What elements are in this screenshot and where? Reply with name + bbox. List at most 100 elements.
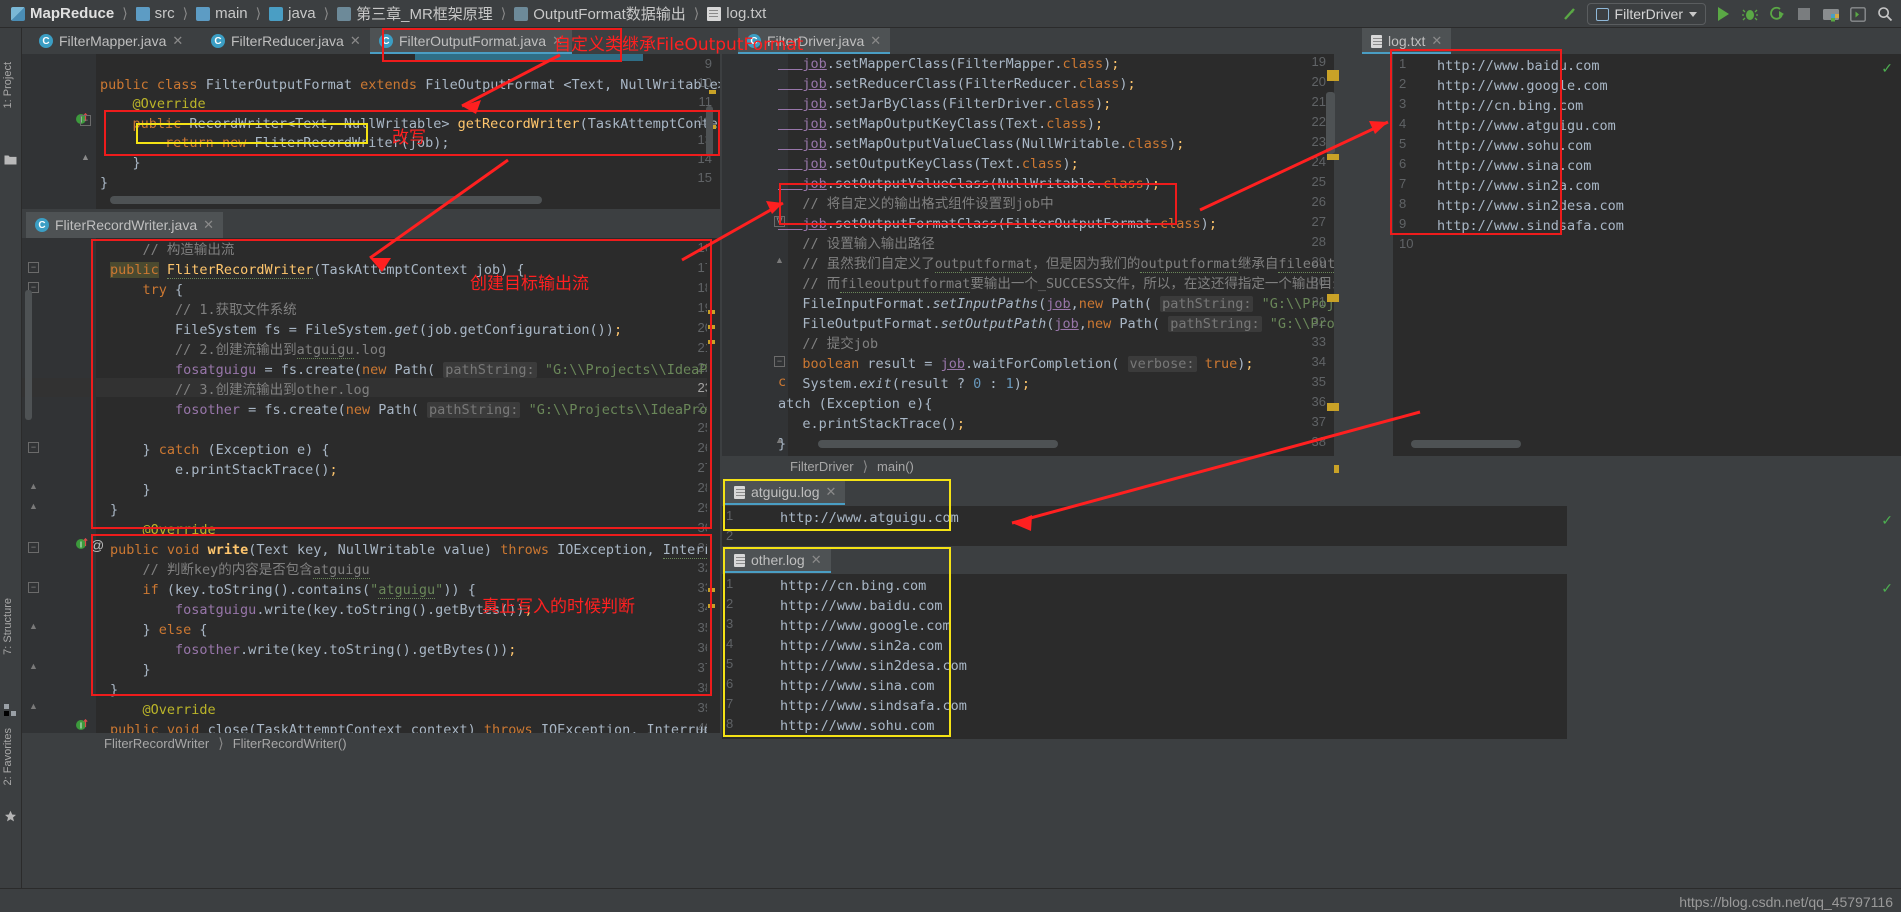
fold-marker[interactable]: ▲	[80, 153, 91, 164]
horizontal-scrollbar[interactable]	[1411, 440, 1521, 448]
horizontal-scrollbar[interactable]	[110, 196, 542, 204]
tab-label: FilterReducer.java	[231, 33, 344, 49]
project-files-icon[interactable]	[4, 153, 17, 166]
line-number: 7	[1399, 176, 1407, 191]
close-icon[interactable]: ✕	[350, 33, 361, 49]
run-configuration-selector[interactable]: FilterDriver	[1586, 3, 1706, 25]
tool-window-project[interactable]: 1: Project	[2, 62, 14, 108]
close-icon[interactable]: ✕	[870, 33, 881, 49]
fold-marker[interactable]: ▲	[28, 502, 39, 513]
close-icon[interactable]: ✕	[826, 484, 837, 500]
log-line[interactable]: http://www.sindsafa.com	[780, 696, 967, 716]
fold-marker[interactable]: −	[28, 582, 39, 593]
marker-stripe	[708, 588, 715, 592]
tab-active-underline	[725, 571, 831, 573]
pane1-scroll-thumb[interactable]	[706, 106, 713, 156]
tool-window-structure[interactable]: 7: Structure	[2, 598, 14, 655]
log-line[interactable]: http://www.sin2desa.com	[780, 656, 967, 676]
horizontal-scrollbar[interactable]	[818, 440, 1058, 448]
code-content[interactable]: http://www.atguigu.com	[780, 508, 959, 528]
structure-icon[interactable]	[4, 704, 17, 717]
log-line[interactable]: http://www.atguigu.com	[1437, 116, 1616, 136]
editor-pane-other-log[interactable]: 1 2 3 4 5 6 7 8 http://cn.bing.com http:…	[722, 574, 1567, 739]
fold-marker[interactable]: ▲	[28, 662, 39, 673]
fold-marker[interactable]: −	[28, 442, 39, 453]
status-bar	[0, 888, 1901, 912]
run-gutter-icon[interactable]: I	[76, 537, 88, 557]
tab-filtermapper[interactable]: C FilterMapper.java ✕	[30, 28, 192, 54]
breadcrumb-item-outputformat[interactable]: OutputFormat数据输出	[511, 3, 689, 24]
marker-stripe	[1327, 154, 1339, 160]
log-line[interactable]: http://www.google.com	[1437, 76, 1608, 96]
breadcrumb-item-mapreduce[interactable]: MapReduce	[8, 5, 117, 22]
class-icon: C	[379, 34, 393, 48]
log-line[interactable]: http://cn.bing.com	[780, 576, 926, 596]
log-line[interactable]: http://www.baidu.com	[780, 596, 943, 616]
tab-atguigu-log[interactable]: atguigu.log ✕	[725, 479, 846, 505]
log-line[interactable]: http://cn.bing.com	[1437, 96, 1583, 116]
log-line[interactable]: http://www.sohu.com	[780, 716, 934, 736]
editor-pane-fliterrecordwriter[interactable]: 16 17 18 19 20 21 22 23 24 25 26 27 28 2…	[22, 238, 720, 733]
close-icon[interactable]: ✕	[203, 217, 214, 233]
breadcrumb-class[interactable]: FliterRecordWriter	[22, 736, 209, 751]
fold-marker[interactable]: ▲	[28, 482, 39, 493]
close-icon[interactable]: ✕	[811, 552, 822, 568]
editor-pane-atguigu-log[interactable]: 1 2 http://www.atguigu.com	[722, 506, 1567, 546]
file-icon	[734, 485, 745, 499]
tab-fliterrecordwriter[interactable]: C FliterRecordWriter.java ✕	[26, 212, 224, 238]
tool-window-favorites[interactable]: 2: Favorites	[2, 728, 14, 785]
fold-marker[interactable]: ▲	[28, 702, 39, 713]
breadcrumb-item-chapter3[interactable]: 第三章_MR框架原理	[334, 3, 496, 24]
left-tool-strip: 1: Project 7: Structure 2: Favorites	[0, 28, 22, 912]
file-icon	[707, 6, 722, 21]
fold-marker[interactable]: ▲	[28, 622, 39, 633]
pane2-scroll-thumb[interactable]	[25, 290, 32, 420]
debug-icon[interactable]	[1740, 4, 1760, 24]
breadcrumb-class[interactable]: FilterDriver	[722, 459, 854, 474]
log-line[interactable]: http://www.sindsafa.com	[1437, 216, 1624, 236]
tab-filteroutputformat[interactable]: C FilterOutputFormat.java ✕	[370, 28, 572, 54]
log-line[interactable]: http://www.sin2desa.com	[1437, 196, 1624, 216]
star-icon[interactable]	[4, 810, 17, 823]
editor-pane-logtxt[interactable]: 1 2 3 4 5 6 7 8 9 10 http://www.baidu.co…	[1393, 54, 1901, 456]
override-marker-icon[interactable]: @	[90, 537, 104, 553]
pane3-scroll-thumb[interactable]	[1326, 92, 1335, 154]
breadcrumb-item-logtxt[interactable]: log.txt	[704, 5, 769, 22]
run-gutter-icon[interactable]: I	[76, 718, 88, 733]
search-icon[interactable]	[1875, 4, 1895, 24]
log-line[interactable]: http://www.sohu.com	[1437, 136, 1591, 156]
breadcrumb-label: OutputFormat数据输出	[533, 6, 686, 23]
breadcrumb-item-java[interactable]: java	[266, 5, 319, 22]
editor-pane-filteroutputformat[interactable]: 9 10 11 12 13 14 15 I − ▲ public class F…	[22, 54, 720, 209]
editor-pane-filterdriver[interactable]: 19 20 21 22 23 24 25 26 27 28 29 30 31 3…	[722, 54, 1334, 456]
run-configuration-label: FilterDriver	[1614, 6, 1683, 22]
run-with-coverage-icon[interactable]	[1767, 4, 1787, 24]
log-line[interactable]: http://www.sina.com	[780, 676, 934, 696]
log-line[interactable]: http://www.sin2a.com	[780, 636, 943, 656]
log-line[interactable]: http://www.sina.com	[1437, 156, 1591, 176]
open-tool-window-icon[interactable]	[1848, 4, 1868, 24]
log-line[interactable]: http://www.baidu.com	[1437, 56, 1600, 76]
log-line[interactable]: http://www.sin2a.com	[1437, 176, 1600, 196]
tab-logtxt[interactable]: log.txt ✕	[1362, 28, 1452, 54]
breadcrumb-method[interactable]: FliterRecordWriter()	[233, 736, 347, 751]
fold-marker[interactable]: −	[28, 262, 39, 273]
code-content[interactable]: job.setMapperClass(FilterMapper.class); …	[778, 54, 1334, 456]
code-content[interactable]: // 构造输出流 public FliterRecordWriter(TaskA…	[110, 240, 720, 733]
project-structure-icon[interactable]	[1821, 4, 1841, 24]
fold-marker[interactable]: −	[80, 115, 91, 126]
build-icon[interactable]	[1560, 4, 1580, 24]
line-number: 7	[726, 696, 734, 711]
log-line[interactable]: http://www.google.com	[780, 616, 951, 636]
tab-other-log[interactable]: other.log ✕	[725, 547, 831, 573]
breadcrumb-method[interactable]: main()	[877, 459, 914, 474]
stop-icon[interactable]	[1794, 4, 1814, 24]
fold-marker[interactable]: −	[28, 542, 39, 553]
breadcrumb-item-src[interactable]: src	[133, 5, 178, 22]
tab-filterreducer[interactable]: C FilterReducer.java ✕	[202, 28, 370, 54]
package-icon	[337, 6, 352, 21]
close-icon[interactable]: ✕	[1431, 33, 1442, 49]
close-icon[interactable]: ✕	[172, 33, 183, 49]
run-icon[interactable]	[1713, 4, 1733, 24]
breadcrumb-item-main[interactable]: main	[193, 5, 251, 22]
